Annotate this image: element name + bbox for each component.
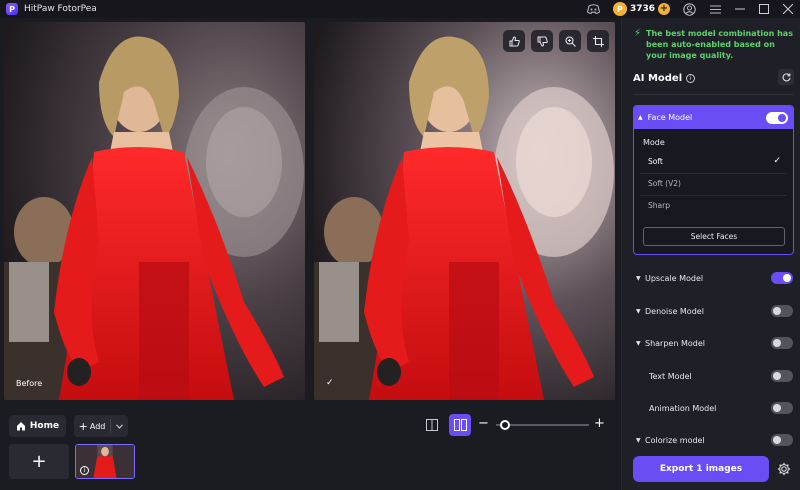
crop-icon[interactable] — [587, 30, 609, 52]
refresh-button[interactable] — [778, 69, 794, 85]
sidebar: ⚡ The best model combination has been au… — [621, 18, 800, 490]
text-model-toggle[interactable] — [771, 370, 793, 382]
credits-badge[interactable]: P 3736 + — [612, 2, 670, 16]
thumbs-down-icon[interactable] — [531, 30, 553, 52]
mode-option-label: Soft — [648, 156, 663, 166]
bottom-bar: Home + Add − + + i — [0, 404, 620, 490]
single-view-button[interactable] — [421, 414, 443, 436]
check-icon: ✓ — [773, 156, 781, 166]
plus-icon: + — [78, 419, 88, 433]
zoom-out-button[interactable]: − — [478, 416, 489, 432]
caret-down-icon: ▼ — [636, 339, 641, 347]
coin-icon: P — [612, 2, 627, 16]
user-icon[interactable] — [681, 1, 697, 17]
animation-model-label: Animation Model — [649, 403, 717, 413]
info-icon: i — [80, 466, 89, 475]
mode-option-soft[interactable]: Soft ✓ — [640, 151, 787, 171]
denoise-model-label: Denoise Model — [645, 306, 704, 316]
add-label: Add — [89, 421, 106, 431]
single-view-icon — [426, 419, 438, 431]
upscale-model-label: Upscale Model — [645, 273, 704, 283]
split-view-button[interactable] — [449, 414, 471, 436]
caret-down-icon: ▼ — [636, 436, 641, 444]
add-button-group: + Add — [74, 415, 128, 437]
select-faces-button[interactable]: Select Faces — [643, 227, 785, 246]
zoom-in-icon[interactable] — [559, 30, 581, 52]
home-label: Home — [29, 421, 60, 431]
colorize-model-toggle[interactable] — [771, 434, 793, 446]
mode-option-label: Soft (V2) — [648, 179, 681, 188]
face-model-card: ▲ Face Model Mode Soft ✓ Soft (V2) Sharp… — [633, 105, 794, 255]
export-button[interactable]: Export 1 images — [633, 456, 769, 482]
caret-up-icon: ▲ — [638, 114, 643, 121]
animation-model-row: Animation Model — [633, 400, 793, 416]
model-tip: ⚡ The best model combination has been au… — [634, 28, 794, 61]
credits-count: 3736 — [629, 4, 655, 14]
mode-option-sharp[interactable]: Sharp — [640, 195, 787, 215]
after-image-panel[interactable]: ✓ — [314, 22, 615, 400]
sharpen-model-label: Sharpen Model — [645, 338, 705, 348]
colorize-model-row[interactable]: ▼ Colorize model — [633, 432, 793, 448]
tip-text: The best model combination has been auto… — [646, 29, 793, 60]
before-photo — [4, 22, 305, 400]
caret-down-icon: ▼ — [636, 274, 641, 282]
face-model-label: Face Model — [647, 113, 693, 122]
chevron-down-icon[interactable] — [111, 423, 128, 429]
plus-coin-icon[interactable]: + — [658, 3, 670, 15]
zoom-in-button[interactable]: + — [594, 416, 605, 432]
after-check-icon: ✓ — [326, 378, 334, 388]
title-bar: P HitPaw FotorPea P 3736 + — [0, 0, 800, 18]
sharpen-model-toggle[interactable] — [771, 337, 793, 349]
face-model-toggle[interactable] — [766, 112, 788, 124]
text-model-row: Text Model — [633, 368, 793, 384]
lightning-icon: ⚡ — [634, 28, 642, 39]
after-photo — [314, 22, 615, 400]
info-icon[interactable]: i — [686, 74, 696, 83]
minimize-button[interactable] — [728, 0, 752, 18]
menu-icon[interactable] — [707, 1, 723, 17]
caret-down-icon: ▼ — [636, 307, 641, 315]
face-model-header[interactable]: ▲ Face Model — [634, 106, 793, 129]
app-title: HitPaw FotorPea — [24, 4, 97, 14]
denoise-model-toggle[interactable] — [771, 305, 793, 317]
sharpen-model-row[interactable]: ▼ Sharpen Model — [633, 335, 793, 351]
denoise-model-row[interactable]: ▼ Denoise Model — [633, 303, 793, 319]
upscale-model-toggle[interactable] — [771, 272, 793, 284]
ai-model-label: AI Model — [633, 73, 683, 84]
image-thumbnail[interactable]: i — [75, 444, 135, 479]
add-image-tile[interactable]: + — [9, 444, 69, 479]
discord-icon[interactable] — [586, 1, 602, 17]
mode-option-label: Sharp — [648, 201, 670, 210]
gear-icon[interactable] — [776, 461, 792, 477]
image-tools — [503, 30, 609, 52]
mode-option-soft-v2[interactable]: Soft (V2) — [640, 173, 787, 193]
ai-model-title: AI Model i — [633, 73, 696, 84]
zoom-slider-handle[interactable] — [500, 420, 511, 430]
add-button[interactable]: + Add — [74, 415, 110, 437]
maximize-button[interactable] — [752, 0, 776, 18]
text-model-label: Text Model — [649, 371, 692, 381]
upscale-model-row[interactable]: ▼ Upscale Model — [633, 270, 793, 286]
home-button[interactable]: Home — [9, 415, 66, 437]
mode-label: Mode — [643, 138, 665, 147]
thumbs-up-icon[interactable] — [503, 30, 525, 52]
close-button[interactable] — [776, 0, 800, 18]
before-image-panel[interactable]: Before — [4, 22, 305, 400]
colorize-model-label: Colorize model — [645, 435, 705, 445]
before-label: Before — [16, 379, 43, 388]
refresh-icon — [782, 72, 791, 81]
home-icon — [16, 422, 25, 431]
split-view-icon — [453, 419, 467, 431]
animation-model-toggle[interactable] — [771, 402, 793, 414]
app-logo: P — [6, 3, 18, 15]
divider — [633, 94, 793, 95]
